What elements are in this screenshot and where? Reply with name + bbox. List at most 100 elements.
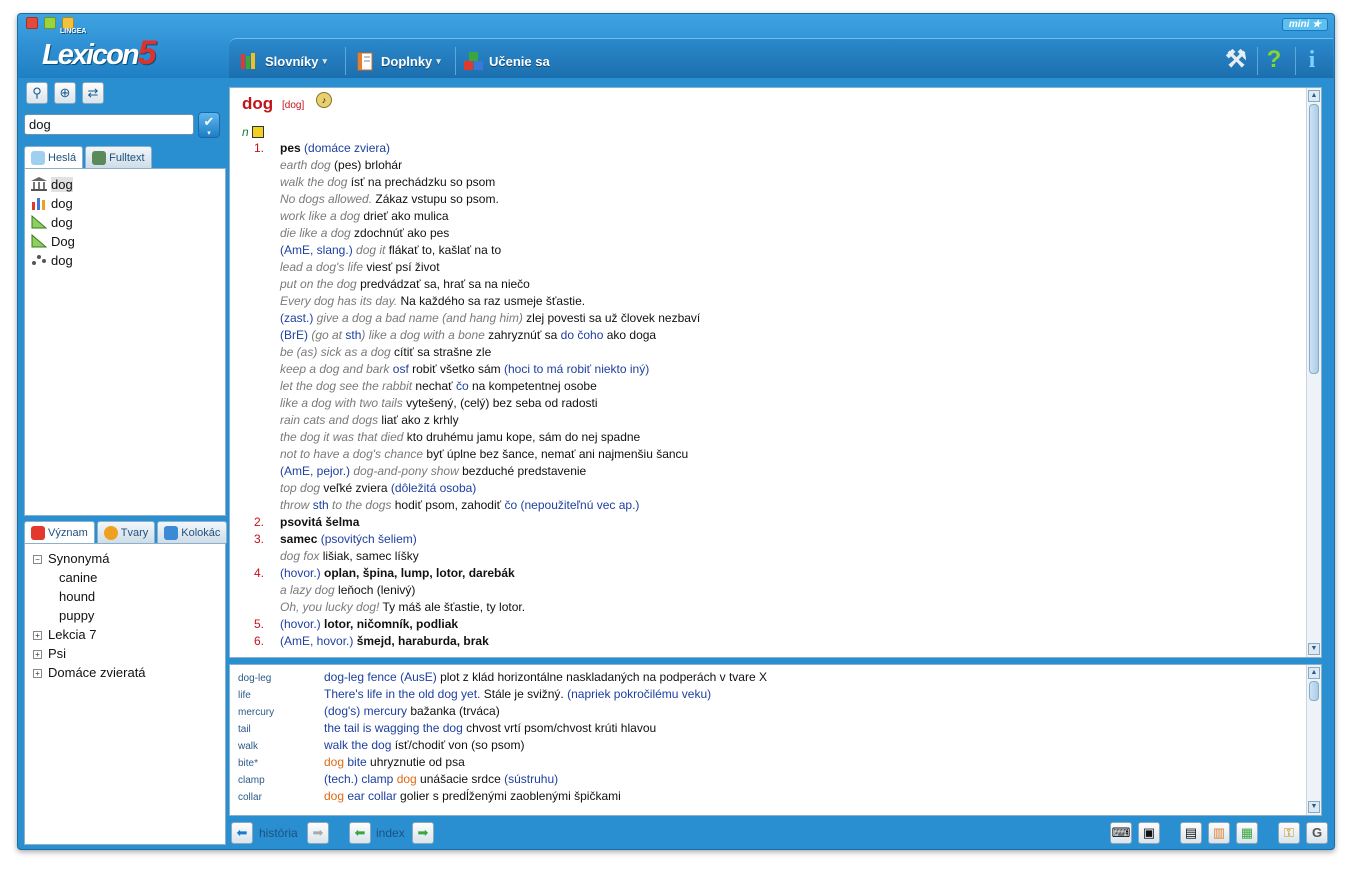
text-span: (go at xyxy=(308,328,346,342)
collocation-row[interactable]: collar dog ear collar golier s predĺženým… xyxy=(238,788,621,805)
tree-leaf[interactable]: canine xyxy=(59,569,97,587)
headword-text: dog xyxy=(51,214,73,230)
layout-three-button[interactable]: ▦ xyxy=(1236,822,1258,844)
help-icon[interactable]: ? xyxy=(1261,47,1287,73)
tree-node[interactable]: + Psi xyxy=(33,645,66,663)
collocation-row[interactable]: mercury (dog's) mercury bažanka (trváca) xyxy=(238,703,500,720)
text-span: kto druhému jamu kope, sám do nej spadne xyxy=(403,430,641,444)
tab-fulltext[interactable]: Fulltext xyxy=(85,146,152,168)
headword-item[interactable]: dog xyxy=(31,194,73,212)
tree-node[interactable]: + Domáce zvieratá xyxy=(33,664,146,682)
tab-hesla-label: Heslá xyxy=(48,151,77,164)
puzzle-icon xyxy=(164,525,179,540)
menu-slovniky[interactable]: Slovníky ▾ xyxy=(239,51,327,71)
entry-line: Oh, you lucky dog! Ty máš ale šťastie, t… xyxy=(242,599,525,616)
text-span: (zast.) xyxy=(280,311,314,325)
tab-hesla[interactable]: Heslá xyxy=(24,146,84,168)
layout-one-button[interactable]: ▤ xyxy=(1180,822,1202,844)
text-span: dog xyxy=(324,789,345,803)
meaning-icon xyxy=(31,525,45,540)
collocation-key: tail xyxy=(238,724,251,735)
app-logo: LINGEA Lexicon5 xyxy=(42,28,157,73)
tree-label: Synonymá xyxy=(48,551,110,566)
checkmark-icon: ✔ xyxy=(203,114,215,129)
text-span: dog xyxy=(324,755,345,769)
mini-mode-button[interactable]: mini ★ xyxy=(1282,18,1328,31)
tab-kolokacie[interactable]: Kolokác xyxy=(157,521,228,543)
text-span: Na každého sa raz usmeje šťastie. xyxy=(397,294,586,308)
text-span: (dôležitá osoba) xyxy=(390,481,477,495)
headword-item[interactable]: dog xyxy=(31,251,73,269)
zoom-search-button[interactable]: ⊕ xyxy=(54,82,76,104)
split-view-icon: ▣ xyxy=(1142,825,1156,840)
text-span: (dog's) mercury xyxy=(324,704,407,718)
keys-button[interactable]: ⚿ xyxy=(1278,822,1300,844)
collocation-key: bite* xyxy=(238,758,259,769)
main-menubar: Slovníky ▾ Doplnky ▾ Učenie sa ⚒ ? i xyxy=(229,38,1333,78)
menu-doplnky[interactable]: Doplnky ▾ xyxy=(355,51,441,71)
entry-headword: dog xyxy=(242,94,274,113)
tab-tvary[interactable]: Tvary xyxy=(96,521,156,543)
text-span: leňoch (lenivý) xyxy=(334,583,416,597)
minimize-window-button[interactable] xyxy=(44,17,56,29)
collocation-row[interactable]: clamp (tech.) clamp dog unášacie srdce (s… xyxy=(238,771,558,788)
text-span: pes xyxy=(280,141,301,155)
text-span: ísť na prechádzku so psom xyxy=(347,175,496,189)
text-span: psovitá šelma xyxy=(280,515,360,529)
tree-label: Psi xyxy=(48,646,67,661)
search-confirm-button[interactable]: ✔ ▾ xyxy=(198,112,220,138)
search-input[interactable]: dog xyxy=(24,114,194,135)
collocation-row[interactable]: life There's life in the old dog yet. Stá… xyxy=(238,686,711,703)
menu-slovniky-label: Slovníky xyxy=(265,53,319,69)
headword-item[interactable]: Dog xyxy=(31,232,75,250)
search-magnifier-button[interactable]: ⚲ xyxy=(26,82,48,104)
history-back-button[interactable]: ⬅ xyxy=(231,822,253,844)
entry-scrollbar[interactable]: ▲ ▼ xyxy=(1306,88,1321,657)
text-span: like a dog with two tails xyxy=(280,396,403,410)
close-window-button[interactable] xyxy=(26,17,38,29)
text-span: ako doga xyxy=(603,328,657,342)
tree-node[interactable]: + Lekcia 7 xyxy=(33,626,96,644)
text-span: dog fox xyxy=(280,549,320,563)
split-view-button[interactable]: ▣ xyxy=(1138,822,1160,844)
index-back-button[interactable]: ⬅ xyxy=(349,822,371,844)
text-span: lead a dog's life xyxy=(280,260,364,274)
headword-item[interactable]: dog xyxy=(31,175,73,193)
collocation-key: mercury xyxy=(238,707,275,718)
text-span: (psovitých šeliem) xyxy=(317,532,417,546)
text-span: the tail is wagging the dog xyxy=(324,721,463,735)
history-forward-button[interactable]: ➡ xyxy=(307,822,329,844)
tree-leaf[interactable]: hound xyxy=(59,588,95,606)
keyboard-button[interactable]: ⌨ xyxy=(1110,822,1132,844)
menu-ucenie-sa[interactable]: Učenie sa xyxy=(463,51,550,71)
index-forward-button[interactable]: ➡ xyxy=(412,822,434,844)
info-icon[interactable]: i xyxy=(1299,47,1325,73)
swap-direction-button[interactable]: ⇄ xyxy=(82,82,104,104)
speaker-icon[interactable]: ♪ xyxy=(316,92,332,108)
tree-node-synonyma[interactable]: − Synonymá xyxy=(33,550,109,568)
collocation-row[interactable]: bite* dog bite uhryznutie od psa xyxy=(238,754,465,771)
tab-vyznam[interactable]: Význam xyxy=(24,521,95,543)
layout-two-button[interactable]: ▥ xyxy=(1208,822,1230,844)
grammar-button[interactable]: G xyxy=(1306,822,1328,844)
collocation-row[interactable]: walk walk the dog ísť/chodiť von (so psom… xyxy=(238,737,524,754)
settings-wrench-icon[interactable]: ⚒ xyxy=(1223,47,1249,73)
search-icon: ⚲ xyxy=(32,85,42,100)
menu-doplnky-label: Doplnky xyxy=(381,53,433,69)
grammar-icon[interactable] xyxy=(252,126,265,138)
entry-line: (BrE) (go at sth) like a dog with a bone… xyxy=(242,327,656,344)
text-span: vytešený, (celý) bez seba od radosti xyxy=(402,396,598,410)
keyboard-icon: ⌨ xyxy=(1111,825,1131,840)
headword-item[interactable]: dog xyxy=(31,213,73,231)
collocation-row[interactable]: tail the tail is wagging the dog chvost v… xyxy=(238,720,656,737)
text-span: dog it xyxy=(352,243,386,257)
books-icon xyxy=(239,51,259,71)
text-span: zdochnúť ako pes xyxy=(350,226,450,240)
text-span: osf xyxy=(392,362,409,376)
text-span: plot z klád horizontálne naskladaných na… xyxy=(436,670,767,684)
tree-leaf[interactable]: puppy xyxy=(59,607,94,625)
collocations-scrollbar[interactable]: ▲ ▼ xyxy=(1306,665,1321,815)
text-span: liať ako z krhly xyxy=(378,413,459,427)
collocation-row[interactable]: dog-leg dog-leg fence (AusE) plot z klád … xyxy=(238,669,767,686)
text-span: do čoho xyxy=(560,328,604,342)
